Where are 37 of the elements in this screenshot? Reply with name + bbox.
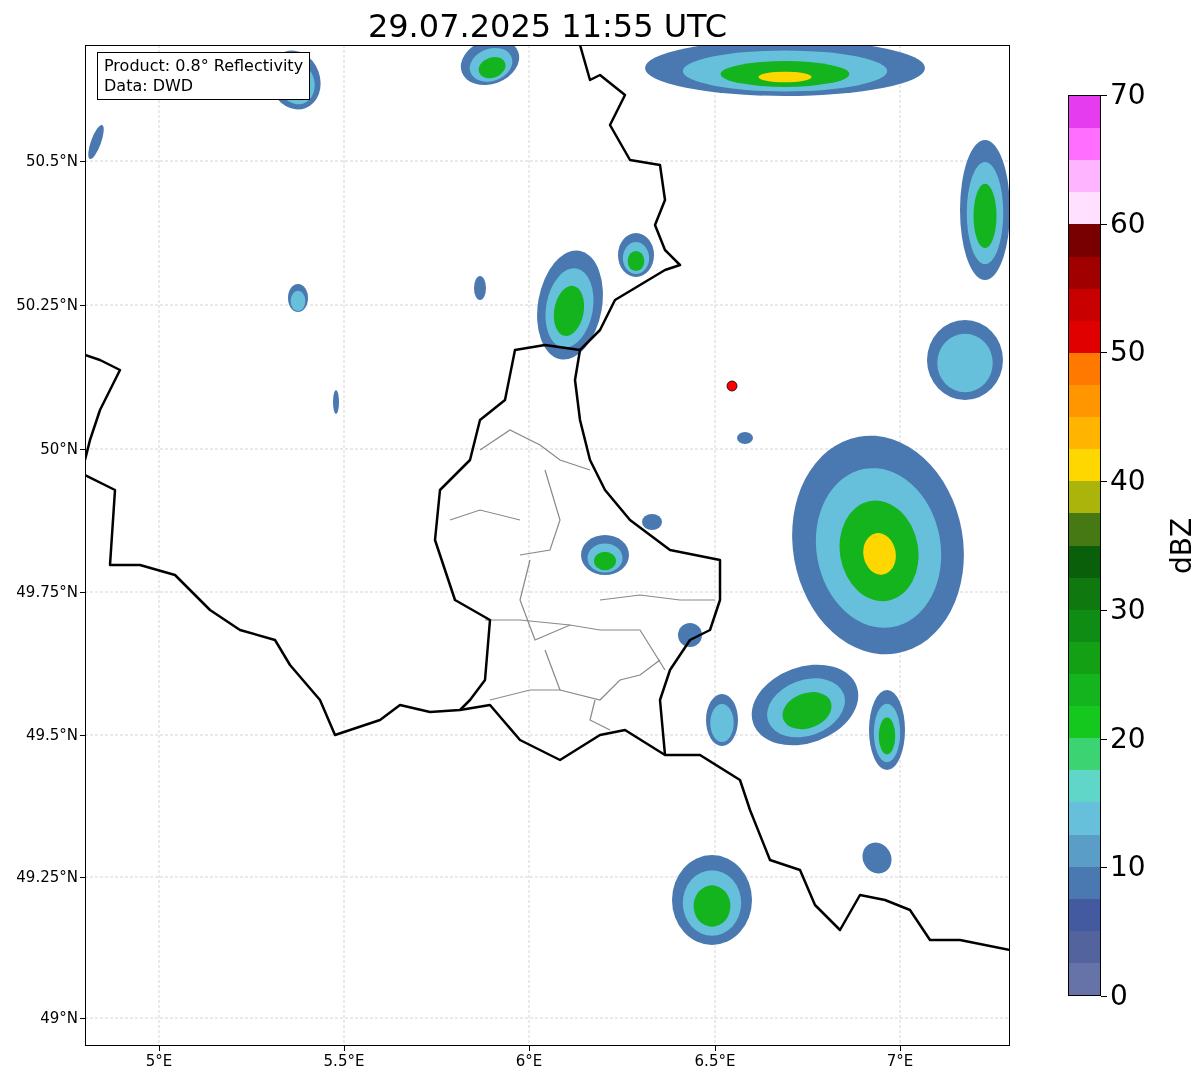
radar-echo [706, 694, 738, 746]
axis-tick-label: 50.25°N [15, 296, 78, 314]
axis-tick-label: 50.5°N [24, 152, 78, 170]
radar-echo [333, 390, 339, 414]
colorbar-label: dBZ [1166, 516, 1198, 576]
axis-tick-label: 50°N [39, 440, 78, 458]
colorbar-tick-label: 0 [1110, 980, 1128, 1012]
colorbar-tick-label: 40 [1110, 465, 1146, 498]
axis-tick-label: 49.75°N [15, 583, 78, 601]
radar-echo [460, 45, 520, 86]
colorbar-tick-label: 70 [1110, 79, 1146, 111]
colorbar-tick-label: 10 [1110, 851, 1146, 884]
axis-tick-label: 5.5°E [322, 1052, 366, 1070]
radar-echo [88, 125, 104, 159]
info-text: Data: DWD [104, 76, 195, 96]
radar-echo [288, 284, 308, 312]
radar-echo [737, 432, 753, 444]
radar-echo [642, 514, 662, 530]
axis-tick-label: 7°E [885, 1052, 915, 1070]
radar-echo [474, 276, 486, 300]
radar-echo [862, 842, 892, 874]
axis-tick-label: 49.5°N [24, 726, 78, 744]
chart-title: 29.07.2025 11:55 UTC [366, 6, 729, 47]
radar-echo [618, 233, 654, 277]
axis-tick-label: 5°E [144, 1052, 174, 1070]
radar-echo [678, 623, 702, 647]
axis-tick-label: 6.5°E [693, 1052, 737, 1070]
colorbar-tick-label: 60 [1110, 207, 1146, 240]
colorbar-tick-label: 50 [1110, 336, 1146, 369]
info-text: Product: 0.8° Reflectivity [104, 56, 304, 76]
radar-site-marker [726, 380, 738, 392]
colorbar-tick-label: 20 [1110, 722, 1146, 755]
colorbar-tick-label: 30 [1110, 593, 1146, 626]
axis-tick-label: 6°E [514, 1052, 544, 1070]
axis-tick-label: 49°N [39, 1009, 78, 1027]
axis-tick-label: 49.25°N [15, 868, 78, 886]
radar-echo [581, 535, 629, 575]
